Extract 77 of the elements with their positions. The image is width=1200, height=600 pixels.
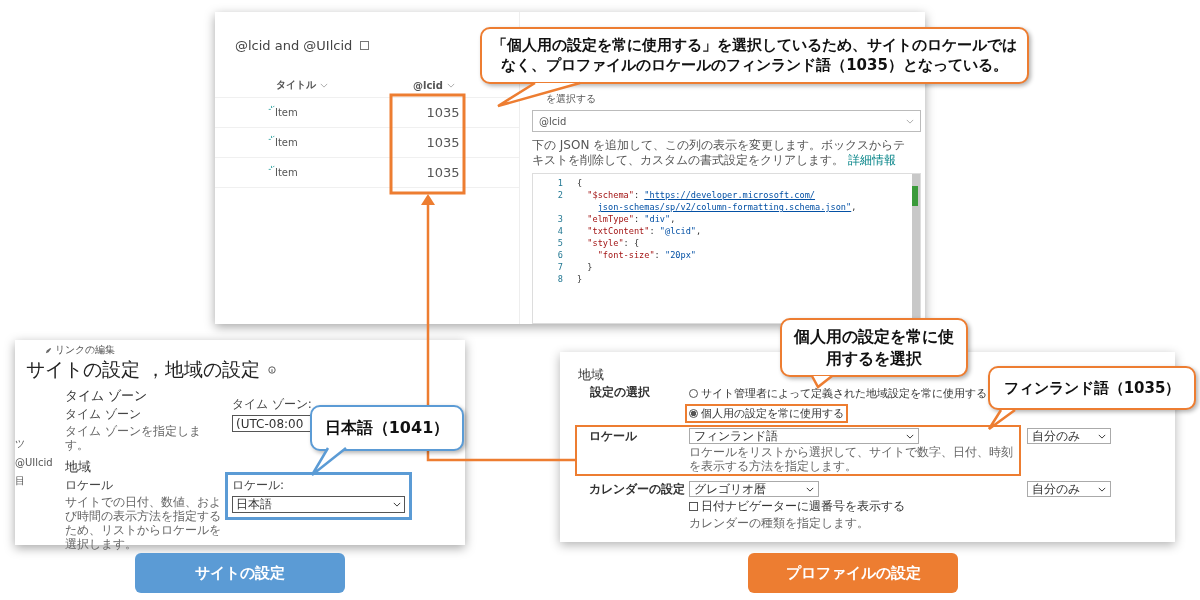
- line-number: 2: [556, 189, 564, 201]
- code-line: }: [586, 261, 593, 273]
- scope-dropdown[interactable]: 自分のみ: [1027, 481, 1111, 497]
- description-text: サイトでの日付、数値、および時間の表示方法を指定するため、リストからロケールを選択します。: [65, 495, 222, 551]
- nav-item[interactable]: @UIlcid: [15, 457, 65, 468]
- pencil-icon: [45, 346, 52, 354]
- table-cell[interactable]: Item: [275, 137, 298, 148]
- nav-item[interactable]: 目: [15, 474, 65, 488]
- nav-item[interactable]: ツ: [15, 437, 65, 451]
- line-number: 8: [556, 273, 564, 285]
- line-number: 4: [556, 225, 564, 237]
- column-header[interactable]: @lcid: [413, 79, 455, 91]
- caption-label: プロファイルの設定: [748, 553, 958, 593]
- chevron-icon: [906, 118, 914, 124]
- description-text: ロケールをリストから選択して、サイトで数字、日付、時刻を表示する方法を指定します。: [689, 445, 1014, 473]
- line-number: 5: [556, 237, 564, 249]
- radio-label[interactable]: 個人用の設定を常に使用する: [701, 406, 844, 421]
- code-line: }: [577, 273, 583, 285]
- field-label: タイム ゾーン:: [232, 396, 312, 413]
- code-line: "style": {: [586, 237, 640, 249]
- code-line: json-schemas/sp/v2/column-formatting.schema.json",: [596, 201, 857, 213]
- checkbox[interactable]: [689, 502, 698, 511]
- chevron-icon: [393, 502, 401, 507]
- caption-label: サイトの設定: [135, 553, 345, 593]
- code-line: {: [577, 177, 583, 189]
- field-label: を選択する: [545, 92, 596, 106]
- dropdown[interactable]: 日本語: [232, 496, 405, 513]
- square-icon: [360, 41, 370, 50]
- table-cell[interactable]: Item: [275, 107, 298, 118]
- info-icon: [268, 366, 277, 374]
- callout-tooltip: 個人用の設定を常に使用するを選択: [780, 318, 968, 378]
- table-cell[interactable]: Item: [275, 167, 298, 178]
- field-title: タイム ゾーン: [65, 406, 141, 423]
- field-label: ロケール: [588, 428, 638, 445]
- chevron-icon: [906, 433, 914, 439]
- code-line: "$schema": "https://developer.microsoft.com/: [586, 189, 816, 201]
- description-text: 下の JSON を追加して、この列の表示を変更します。ボックスからテキストを削除して、カスタムの書式設定をクリアします。 詳細情報: [532, 138, 907, 168]
- section-heading: 地域: [578, 366, 604, 384]
- checkbox-label[interactable]: 日付ナビゲーターに週番号を表示する: [701, 498, 905, 515]
- chevron-icon: [1098, 433, 1106, 439]
- chevron-icon: [1098, 486, 1106, 492]
- table-cell-text: 1035: [425, 165, 461, 180]
- line-number: 6: [556, 249, 564, 261]
- field-label: カレンダーの設定: [588, 481, 686, 498]
- column-header[interactable]: タイトル: [276, 78, 413, 92]
- code-line: "font-size": "20px": [596, 249, 696, 261]
- scope-dropdown[interactable]: 自分のみ: [1027, 428, 1111, 444]
- line-number: 1: [556, 177, 564, 189]
- line-number: 3: [556, 213, 564, 225]
- chevron-icon: [446, 82, 455, 88]
- description-text: カレンダーの種類を指定します。: [689, 516, 869, 530]
- dropdown[interactable]: フィンランド語: [689, 428, 919, 444]
- section-heading: 地域: [65, 458, 91, 476]
- field-label: 設定の選択: [589, 384, 651, 401]
- table-cell-text: 1035: [425, 135, 461, 150]
- code-line: "txtContent": "@lcid",: [586, 225, 702, 237]
- page-title: サイトの設定 ，地域の設定: [26, 357, 261, 382]
- table-cell-text: 1035: [425, 105, 461, 120]
- sparkle-icon: [268, 135, 275, 141]
- chevron-icon: [806, 486, 814, 492]
- radio-button[interactable]: [689, 409, 698, 418]
- field-label: ロケール:: [232, 477, 285, 494]
- sparkle-icon: [268, 105, 275, 111]
- code-line: "elmType": "div",: [586, 213, 676, 225]
- edit-links-link[interactable]: リンクの編集: [55, 343, 115, 357]
- sparkle-icon: [268, 165, 275, 171]
- radio-label[interactable]: サイト管理者によって定義された地域設定を常に使用する: [701, 386, 987, 401]
- radio-button[interactable]: [689, 389, 698, 398]
- details-link[interactable]: 詳細情報: [847, 153, 896, 167]
- line-number: 7: [556, 261, 564, 273]
- column-dropdown[interactable]: @lcid: [532, 110, 921, 132]
- dropdown[interactable]: グレゴリオ暦: [689, 481, 819, 497]
- description-text: タイム ゾーンを指定します。: [65, 424, 202, 452]
- chevron-icon: [320, 82, 328, 88]
- section-heading: タイム ゾーン: [65, 387, 148, 405]
- list-title: @lcid and @UIlcid: [235, 38, 353, 53]
- field-title: ロケール: [65, 477, 113, 494]
